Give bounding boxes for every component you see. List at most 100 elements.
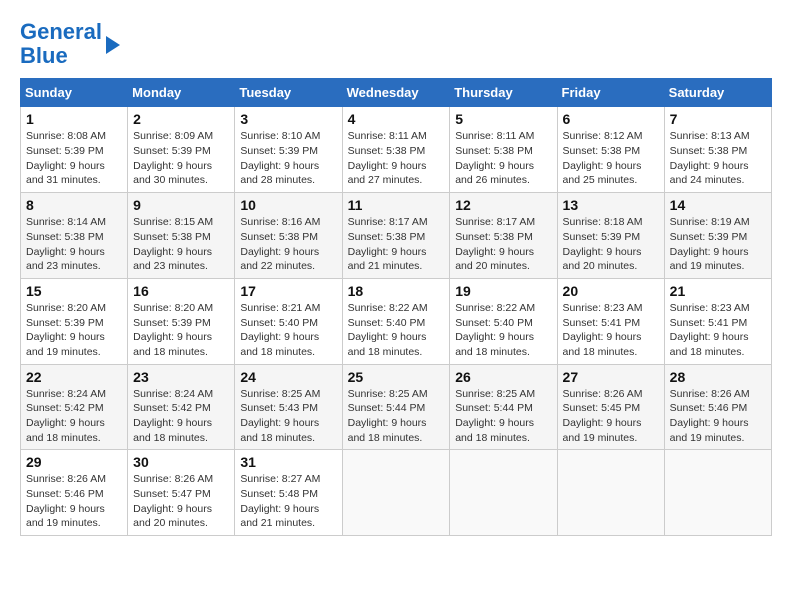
day-number: 5: [455, 111, 551, 127]
calendar-cell: 7 Sunrise: 8:13 AM Sunset: 5:38 PM Daylig…: [664, 107, 771, 193]
weekday-header-saturday: Saturday: [664, 79, 771, 107]
calendar-cell: 3 Sunrise: 8:10 AM Sunset: 5:39 PM Daylig…: [235, 107, 342, 193]
weekday-header-thursday: Thursday: [450, 79, 557, 107]
day-number: 10: [240, 197, 336, 213]
day-info: Sunrise: 8:17 AM Sunset: 5:38 PM Dayligh…: [348, 215, 445, 274]
day-number: 8: [26, 197, 122, 213]
day-number: 15: [26, 283, 122, 299]
calendar-cell: [342, 450, 450, 536]
day-info: Sunrise: 8:17 AM Sunset: 5:38 PM Dayligh…: [455, 215, 551, 274]
weekday-header-monday: Monday: [128, 79, 235, 107]
day-number: 3: [240, 111, 336, 127]
day-number: 31: [240, 454, 336, 470]
day-number: 6: [563, 111, 659, 127]
calendar-cell: 17Sunrise: 8:21 AM Sunset: 5:40 PM Dayli…: [235, 278, 342, 364]
day-info: Sunrise: 8:11 AM Sunset: 5:38 PM Dayligh…: [348, 129, 445, 188]
day-number: 26: [455, 369, 551, 385]
day-info: Sunrise: 8:10 AM Sunset: 5:39 PM Dayligh…: [240, 129, 336, 188]
day-info: Sunrise: 8:26 AM Sunset: 5:47 PM Dayligh…: [133, 472, 229, 531]
day-info: Sunrise: 8:23 AM Sunset: 5:41 PM Dayligh…: [563, 301, 659, 360]
day-number: 21: [670, 283, 766, 299]
day-info: Sunrise: 8:24 AM Sunset: 5:42 PM Dayligh…: [133, 387, 229, 446]
calendar-cell: 11 Sunrise: 8:17 AM Sunset: 5:38 PM Dayli…: [342, 193, 450, 279]
day-info: Sunrise: 8:20 AM Sunset: 5:39 PM Dayligh…: [133, 301, 229, 360]
calendar-cell: 18 Sunrise: 8:22 AM Sunset: 5:40 PM Dayli…: [342, 278, 450, 364]
weekday-header-sunday: Sunday: [21, 79, 128, 107]
calendar-week-4: 22 Sunrise: 8:24 AM Sunset: 5:42 PM Dayli…: [21, 364, 772, 450]
calendar-cell: 29 Sunrise: 8:26 AM Sunset: 5:46 PM Dayli…: [21, 450, 128, 536]
day-number: 12: [455, 197, 551, 213]
day-info: Sunrise: 8:24 AM Sunset: 5:42 PM Dayligh…: [26, 387, 122, 446]
calendar-cell: 2 Sunrise: 8:09 AM Sunset: 5:39 PM Daylig…: [128, 107, 235, 193]
day-number: 19: [455, 283, 551, 299]
day-number: 28: [670, 369, 766, 385]
calendar-cell: 22 Sunrise: 8:24 AM Sunset: 5:42 PM Dayli…: [21, 364, 128, 450]
day-number: 4: [348, 111, 445, 127]
calendar-cell: 19 Sunrise: 8:22 AM Sunset: 5:40 PM Dayli…: [450, 278, 557, 364]
day-info: Sunrise: 8:09 AM Sunset: 5:39 PM Dayligh…: [133, 129, 229, 188]
calendar-cell: 4 Sunrise: 8:11 AM Sunset: 5:38 PM Daylig…: [342, 107, 450, 193]
calendar-cell: 15 Sunrise: 8:20 AM Sunset: 5:39 PM Dayli…: [21, 278, 128, 364]
day-info: Sunrise: 8:20 AM Sunset: 5:39 PM Dayligh…: [26, 301, 122, 360]
day-number: 14: [670, 197, 766, 213]
calendar-cell: 24Sunrise: 8:25 AM Sunset: 5:43 PM Dayli…: [235, 364, 342, 450]
day-info: Sunrise: 8:22 AM Sunset: 5:40 PM Dayligh…: [348, 301, 445, 360]
calendar-cell: 10 Sunrise: 8:16 AM Sunset: 5:38 PM Dayli…: [235, 193, 342, 279]
day-info: Sunrise: 8:25 AM Sunset: 5:43 PM Dayligh…: [240, 387, 336, 446]
day-number: 20: [563, 283, 659, 299]
day-info: Sunrise: 8:16 AM Sunset: 5:38 PM Dayligh…: [240, 215, 336, 274]
calendar-cell: [664, 450, 771, 536]
calendar-cell: 20 Sunrise: 8:23 AM Sunset: 5:41 PM Dayli…: [557, 278, 664, 364]
calendar-cell: 1 Sunrise: 8:08 AM Sunset: 5:39 PM Daylig…: [21, 107, 128, 193]
day-info: Sunrise: 8:26 AM Sunset: 5:46 PM Dayligh…: [26, 472, 122, 531]
day-number: 9: [133, 197, 229, 213]
weekday-header-wednesday: Wednesday: [342, 79, 450, 107]
calendar-cell: 28 Sunrise: 8:26 AM Sunset: 5:46 PM Dayli…: [664, 364, 771, 450]
day-info: Sunrise: 8:19 AM Sunset: 5:39 PM Dayligh…: [670, 215, 766, 274]
day-number: 18: [348, 283, 445, 299]
calendar-cell: 31Sunrise: 8:27 AM Sunset: 5:48 PM Dayli…: [235, 450, 342, 536]
day-number: 11: [348, 197, 445, 213]
day-number: 23: [133, 369, 229, 385]
calendar-cell: 21 Sunrise: 8:23 AM Sunset: 5:41 PM Dayli…: [664, 278, 771, 364]
day-info: Sunrise: 8:23 AM Sunset: 5:41 PM Dayligh…: [670, 301, 766, 360]
calendar-header-row: SundayMondayTuesdayWednesdayThursdayFrid…: [21, 79, 772, 107]
day-number: 29: [26, 454, 122, 470]
calendar-cell: 6 Sunrise: 8:12 AM Sunset: 5:38 PM Daylig…: [557, 107, 664, 193]
day-info: Sunrise: 8:11 AM Sunset: 5:38 PM Dayligh…: [455, 129, 551, 188]
logo-text: General Blue: [20, 20, 102, 68]
calendar-week-1: 1 Sunrise: 8:08 AM Sunset: 5:39 PM Daylig…: [21, 107, 772, 193]
day-info: Sunrise: 8:22 AM Sunset: 5:40 PM Dayligh…: [455, 301, 551, 360]
day-number: 22: [26, 369, 122, 385]
weekday-header-tuesday: Tuesday: [235, 79, 342, 107]
day-number: 30: [133, 454, 229, 470]
calendar-cell: 8 Sunrise: 8:14 AM Sunset: 5:38 PM Daylig…: [21, 193, 128, 279]
day-number: 7: [670, 111, 766, 127]
calendar-cell: [557, 450, 664, 536]
calendar-cell: 26Sunrise: 8:25 AM Sunset: 5:44 PM Dayli…: [450, 364, 557, 450]
day-number: 2: [133, 111, 229, 127]
logo-arrow-icon: [106, 36, 120, 54]
logo: General Blue: [20, 20, 120, 68]
day-number: 1: [26, 111, 122, 127]
day-info: Sunrise: 8:08 AM Sunset: 5:39 PM Dayligh…: [26, 129, 122, 188]
day-number: 16: [133, 283, 229, 299]
day-info: Sunrise: 8:26 AM Sunset: 5:45 PM Dayligh…: [563, 387, 659, 446]
calendar-cell: 30 Sunrise: 8:26 AM Sunset: 5:47 PM Dayli…: [128, 450, 235, 536]
calendar-week-3: 15 Sunrise: 8:20 AM Sunset: 5:39 PM Dayli…: [21, 278, 772, 364]
day-number: 25: [348, 369, 445, 385]
day-info: Sunrise: 8:13 AM Sunset: 5:38 PM Dayligh…: [670, 129, 766, 188]
calendar-table: SundayMondayTuesdayWednesdayThursdayFrid…: [20, 78, 772, 536]
day-info: Sunrise: 8:21 AM Sunset: 5:40 PM Dayligh…: [240, 301, 336, 360]
day-info: Sunrise: 8:12 AM Sunset: 5:38 PM Dayligh…: [563, 129, 659, 188]
calendar-cell: 14 Sunrise: 8:19 AM Sunset: 5:39 PM Dayli…: [664, 193, 771, 279]
day-info: Sunrise: 8:26 AM Sunset: 5:46 PM Dayligh…: [670, 387, 766, 446]
day-info: Sunrise: 8:25 AM Sunset: 5:44 PM Dayligh…: [348, 387, 445, 446]
day-info: Sunrise: 8:14 AM Sunset: 5:38 PM Dayligh…: [26, 215, 122, 274]
calendar-cell: 25 Sunrise: 8:25 AM Sunset: 5:44 PM Dayli…: [342, 364, 450, 450]
calendar-cell: 9Sunrise: 8:15 AM Sunset: 5:38 PM Daylig…: [128, 193, 235, 279]
calendar-week-5: 29 Sunrise: 8:26 AM Sunset: 5:46 PM Dayli…: [21, 450, 772, 536]
calendar-week-2: 8 Sunrise: 8:14 AM Sunset: 5:38 PM Daylig…: [21, 193, 772, 279]
calendar-cell: 27Sunrise: 8:26 AM Sunset: 5:45 PM Dayli…: [557, 364, 664, 450]
logo-general: General: [20, 19, 102, 44]
